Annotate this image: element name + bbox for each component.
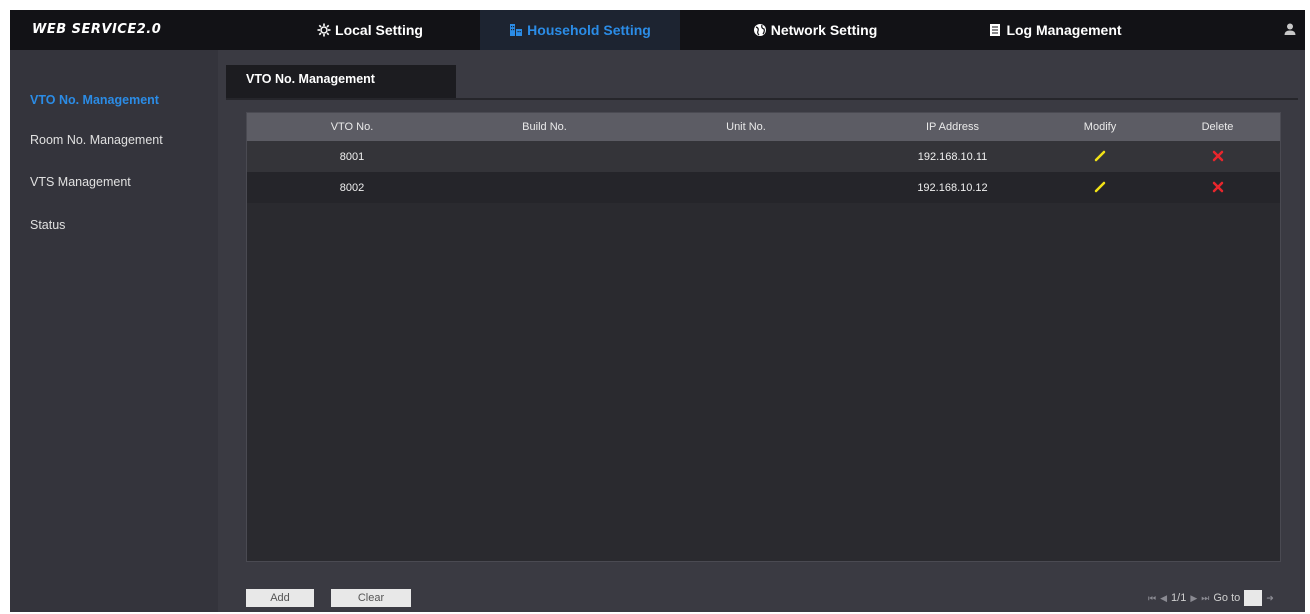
pagination: ⏮ ◀ 1/1 ▶ ⏭ Go to ➜ xyxy=(1148,588,1274,608)
cell-ip-address: 192.168.10.12 xyxy=(917,181,988,194)
cell-delete xyxy=(1155,149,1280,165)
tab-network-setting-label: Network Setting xyxy=(770,22,878,38)
brand-logo: WEB SERVICE2.0 xyxy=(32,22,162,37)
tab-local-setting-label: Local Setting xyxy=(335,22,423,38)
table-row: 8001 192.168.10.11 xyxy=(247,141,1280,172)
column-header-delete: Delete xyxy=(1201,121,1234,133)
goto-label: Go to xyxy=(1213,592,1241,604)
tab-divider xyxy=(226,98,1298,100)
cell-delete xyxy=(1155,180,1280,196)
user-icon[interactable] xyxy=(1283,22,1297,36)
column-header-build-no: Build No. xyxy=(522,121,567,133)
gear-icon xyxy=(317,23,331,37)
next-page-icon[interactable]: ▶ xyxy=(1190,593,1197,604)
tab-local-setting[interactable]: Local Setting xyxy=(295,10,445,50)
tab-network-setting[interactable]: Network Setting xyxy=(740,10,890,50)
column-header-vto-no: VTO No. xyxy=(330,121,374,133)
goto-page-input[interactable] xyxy=(1244,590,1263,606)
cell-ip-address: 192.168.10.11 xyxy=(917,150,988,163)
tab-household-setting[interactable]: Household Setting xyxy=(480,10,680,50)
goto-arrow-icon[interactable]: ➜ xyxy=(1266,593,1274,604)
sidebar-item-room-no-management[interactable]: Room No. Management xyxy=(30,133,163,147)
cell-vto-no: 8002 xyxy=(339,181,365,194)
sidebar-item-status[interactable]: Status xyxy=(30,218,65,232)
tab-household-setting-label: Household Setting xyxy=(527,22,651,38)
document-icon xyxy=(988,23,1002,37)
app-window: WEB SERVICE2.0 Local Setting Household S… xyxy=(10,10,1305,612)
globe-icon xyxy=(753,23,767,37)
table-row: 8002 192.168.10.12 xyxy=(247,172,1280,203)
pencil-icon[interactable] xyxy=(1093,180,1107,194)
sidebar: VTO No. Management Room No. Management V… xyxy=(10,50,218,612)
tab-vto-no-management[interactable]: VTO No. Management xyxy=(226,65,456,98)
prev-page-icon[interactable]: ◀ xyxy=(1160,593,1167,604)
main-content: VTO No. Management VTO No. Build No. Uni… xyxy=(218,50,1305,612)
tab-log-management-label: Log Management xyxy=(1006,22,1122,38)
add-button[interactable]: Add xyxy=(246,589,314,607)
cell-vto-no: 8001 xyxy=(339,150,365,163)
pencil-icon[interactable] xyxy=(1093,149,1107,163)
sidebar-item-vto-no-management[interactable]: VTO No. Management xyxy=(30,93,159,107)
cell-modify xyxy=(1045,149,1155,165)
cell-modify xyxy=(1045,180,1155,196)
sidebar-item-vts-management[interactable]: VTS Management xyxy=(30,175,131,189)
page-indicator: 1/1 xyxy=(1171,592,1187,604)
column-header-unit-no: Unit No. xyxy=(726,121,766,133)
table-header: VTO No. Build No. Unit No. IP Address Mo… xyxy=(247,113,1280,141)
last-page-icon[interactable]: ⏭ xyxy=(1201,593,1209,604)
column-header-ip-address: IP Address xyxy=(926,121,979,133)
building-icon xyxy=(509,23,523,37)
clear-button[interactable]: Clear xyxy=(331,589,411,607)
x-icon[interactable] xyxy=(1211,180,1225,194)
column-header-modify: Modify xyxy=(1083,121,1117,133)
top-nav-bar: WEB SERVICE2.0 Local Setting Household S… xyxy=(10,10,1305,50)
tab-log-management[interactable]: Log Management xyxy=(965,10,1145,50)
vto-table: VTO No. Build No. Unit No. IP Address Mo… xyxy=(246,112,1281,562)
x-icon[interactable] xyxy=(1211,149,1225,163)
first-page-icon[interactable]: ⏮ xyxy=(1148,593,1156,604)
